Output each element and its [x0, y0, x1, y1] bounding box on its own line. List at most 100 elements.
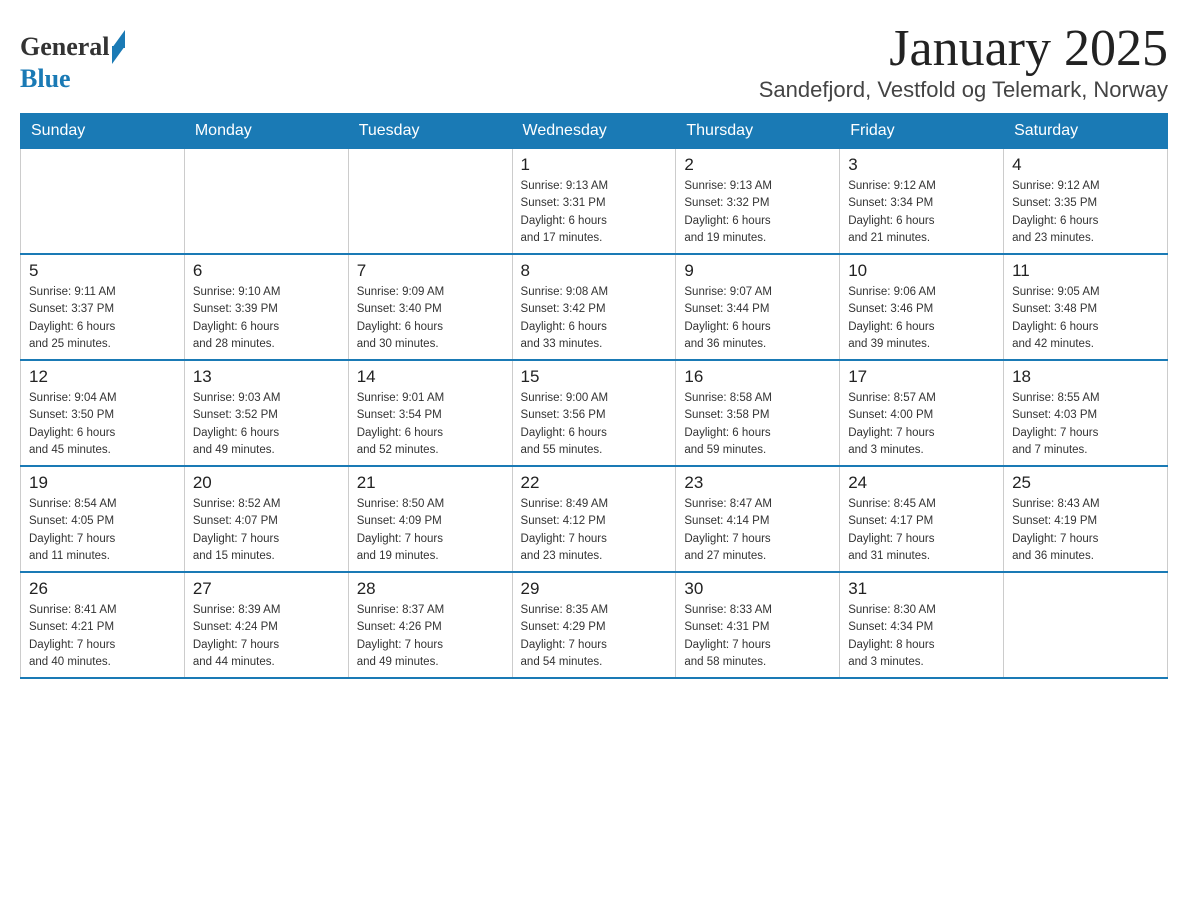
- calendar-cell: 30 Sunrise: 8:33 AM Sunset: 4:31 PM Dayli…: [676, 572, 840, 678]
- calendar-cell: 22 Sunrise: 8:49 AM Sunset: 4:12 PM Dayli…: [512, 466, 676, 572]
- header-tuesday: Tuesday: [348, 114, 512, 149]
- calendar-cell: 19 Sunrise: 8:54 AM Sunset: 4:05 PM Dayli…: [21, 466, 185, 572]
- day-info: Sunrise: 8:41 AM Sunset: 4:21 PM Dayligh…: [29, 602, 176, 671]
- day-info: Sunrise: 9:12 AM Sunset: 3:35 PM Dayligh…: [1012, 178, 1159, 247]
- calendar-cell: 27 Sunrise: 8:39 AM Sunset: 4:24 PM Dayli…: [184, 572, 348, 678]
- day-info: Sunrise: 9:07 AM Sunset: 3:44 PM Dayligh…: [684, 284, 831, 353]
- header-monday: Monday: [184, 114, 348, 149]
- day-info: Sunrise: 9:03 AM Sunset: 3:52 PM Dayligh…: [193, 390, 340, 459]
- day-info: Sunrise: 9:06 AM Sunset: 3:46 PM Dayligh…: [848, 284, 995, 353]
- calendar-cell: 15 Sunrise: 9:00 AM Sunset: 3:56 PM Dayli…: [512, 360, 676, 466]
- day-number: 22: [521, 473, 668, 493]
- day-number: 11: [1012, 261, 1159, 281]
- day-info: Sunrise: 8:49 AM Sunset: 4:12 PM Dayligh…: [521, 496, 668, 565]
- day-info: Sunrise: 9:01 AM Sunset: 3:54 PM Dayligh…: [357, 390, 504, 459]
- day-number: 15: [521, 367, 668, 387]
- day-info: Sunrise: 8:35 AM Sunset: 4:29 PM Dayligh…: [521, 602, 668, 671]
- day-number: 21: [357, 473, 504, 493]
- calendar-cell: 13 Sunrise: 9:03 AM Sunset: 3:52 PM Dayli…: [184, 360, 348, 466]
- day-info: Sunrise: 8:52 AM Sunset: 4:07 PM Dayligh…: [193, 496, 340, 565]
- calendar-cell: [1004, 572, 1168, 678]
- calendar-cell: 31 Sunrise: 8:30 AM Sunset: 4:34 PM Dayli…: [840, 572, 1004, 678]
- header-saturday: Saturday: [1004, 114, 1168, 149]
- calendar-cell: 6Sunrise: 9:10 AM Sunset: 3:39 PM Daylig…: [184, 254, 348, 360]
- day-number: 14: [357, 367, 504, 387]
- calendar-cell: 11Sunrise: 9:05 AM Sunset: 3:48 PM Dayli…: [1004, 254, 1168, 360]
- calendar-cell: 2 Sunrise: 9:13 AM Sunset: 3:32 PM Daylig…: [676, 149, 840, 255]
- calendar-cell: 10 Sunrise: 9:06 AM Sunset: 3:46 PM Dayli…: [840, 254, 1004, 360]
- title-section: January 2025 Sandefjord, Vestfold og Tel…: [759, 20, 1168, 103]
- calendar-cell: 17 Sunrise: 8:57 AM Sunset: 4:00 PM Dayli…: [840, 360, 1004, 466]
- day-number: 2: [684, 155, 831, 175]
- day-info: Sunrise: 8:58 AM Sunset: 3:58 PM Dayligh…: [684, 390, 831, 459]
- day-info: Sunrise: 8:50 AM Sunset: 4:09 PM Dayligh…: [357, 496, 504, 565]
- day-info: Sunrise: 9:09 AM Sunset: 3:40 PM Dayligh…: [357, 284, 504, 353]
- day-number: 17: [848, 367, 995, 387]
- calendar-header-row: Sunday Monday Tuesday Wednesday Thursday…: [21, 114, 1168, 149]
- day-info: Sunrise: 9:08 AM Sunset: 3:42 PM Dayligh…: [521, 284, 668, 353]
- logo-general-text: General: [20, 32, 110, 62]
- day-number: 1: [521, 155, 668, 175]
- calendar-cell: 5 Sunrise: 9:11 AM Sunset: 3:37 PM Daylig…: [21, 254, 185, 360]
- day-info: Sunrise: 8:43 AM Sunset: 4:19 PM Dayligh…: [1012, 496, 1159, 565]
- day-number: 12: [29, 367, 176, 387]
- calendar-cell: 20 Sunrise: 8:52 AM Sunset: 4:07 PM Dayli…: [184, 466, 348, 572]
- location-title: Sandefjord, Vestfold og Telemark, Norway: [759, 77, 1168, 103]
- calendar-week-row: 5 Sunrise: 9:11 AM Sunset: 3:37 PM Daylig…: [21, 254, 1168, 360]
- day-info: Sunrise: 8:45 AM Sunset: 4:17 PM Dayligh…: [848, 496, 995, 565]
- day-number: 13: [193, 367, 340, 387]
- day-number: 4: [1012, 155, 1159, 175]
- day-number: 16: [684, 367, 831, 387]
- calendar-cell: 26 Sunrise: 8:41 AM Sunset: 4:21 PM Dayli…: [21, 572, 185, 678]
- calendar-cell: 1 Sunrise: 9:13 AM Sunset: 3:31 PM Daylig…: [512, 149, 676, 255]
- day-number: 10: [848, 261, 995, 281]
- day-number: 19: [29, 473, 176, 493]
- calendar-cell: [184, 149, 348, 255]
- day-info: Sunrise: 8:54 AM Sunset: 4:05 PM Dayligh…: [29, 496, 176, 565]
- day-number: 3: [848, 155, 995, 175]
- calendar-week-row: 19 Sunrise: 8:54 AM Sunset: 4:05 PM Dayli…: [21, 466, 1168, 572]
- month-title: January 2025: [759, 20, 1168, 77]
- calendar-cell: [348, 149, 512, 255]
- day-info: Sunrise: 8:55 AM Sunset: 4:03 PM Dayligh…: [1012, 390, 1159, 459]
- day-number: 31: [848, 579, 995, 599]
- day-info: Sunrise: 8:30 AM Sunset: 4:34 PM Dayligh…: [848, 602, 995, 671]
- day-info: Sunrise: 9:13 AM Sunset: 3:32 PM Dayligh…: [684, 178, 831, 247]
- day-number: 28: [357, 579, 504, 599]
- day-info: Sunrise: 8:33 AM Sunset: 4:31 PM Dayligh…: [684, 602, 831, 671]
- header-thursday: Thursday: [676, 114, 840, 149]
- day-number: 23: [684, 473, 831, 493]
- calendar-week-row: 12 Sunrise: 9:04 AM Sunset: 3:50 PM Dayli…: [21, 360, 1168, 466]
- day-number: 6: [193, 261, 340, 281]
- day-info: Sunrise: 8:47 AM Sunset: 4:14 PM Dayligh…: [684, 496, 831, 565]
- calendar-cell: 16 Sunrise: 8:58 AM Sunset: 3:58 PM Dayli…: [676, 360, 840, 466]
- day-info: Sunrise: 8:39 AM Sunset: 4:24 PM Dayligh…: [193, 602, 340, 671]
- calendar-cell: 29Sunrise: 8:35 AM Sunset: 4:29 PM Dayli…: [512, 572, 676, 678]
- header-wednesday: Wednesday: [512, 114, 676, 149]
- day-number: 5: [29, 261, 176, 281]
- day-number: 20: [193, 473, 340, 493]
- calendar-table: Sunday Monday Tuesday Wednesday Thursday…: [20, 113, 1168, 679]
- day-number: 8: [521, 261, 668, 281]
- calendar-week-row: 26 Sunrise: 8:41 AM Sunset: 4:21 PM Dayli…: [21, 572, 1168, 678]
- day-info: Sunrise: 8:37 AM Sunset: 4:26 PM Dayligh…: [357, 602, 504, 671]
- calendar-cell: 12 Sunrise: 9:04 AM Sunset: 3:50 PM Dayli…: [21, 360, 185, 466]
- calendar-cell: 7Sunrise: 9:09 AM Sunset: 3:40 PM Daylig…: [348, 254, 512, 360]
- page-header: General Blue January 2025 Sandefjord, Ve…: [20, 20, 1168, 103]
- day-number: 24: [848, 473, 995, 493]
- calendar-cell: 24 Sunrise: 8:45 AM Sunset: 4:17 PM Dayli…: [840, 466, 1004, 572]
- calendar-cell: 28 Sunrise: 8:37 AM Sunset: 4:26 PM Dayli…: [348, 572, 512, 678]
- day-number: 30: [684, 579, 831, 599]
- calendar-cell: 23 Sunrise: 8:47 AM Sunset: 4:14 PM Dayli…: [676, 466, 840, 572]
- day-info: Sunrise: 9:13 AM Sunset: 3:31 PM Dayligh…: [521, 178, 668, 247]
- calendar-cell: 18Sunrise: 8:55 AM Sunset: 4:03 PM Dayli…: [1004, 360, 1168, 466]
- day-info: Sunrise: 9:00 AM Sunset: 3:56 PM Dayligh…: [521, 390, 668, 459]
- day-info: Sunrise: 9:04 AM Sunset: 3:50 PM Dayligh…: [29, 390, 176, 459]
- calendar-cell: 8 Sunrise: 9:08 AM Sunset: 3:42 PM Daylig…: [512, 254, 676, 360]
- logo-blue-text: Blue: [20, 64, 71, 93]
- day-number: 26: [29, 579, 176, 599]
- calendar-cell: 21 Sunrise: 8:50 AM Sunset: 4:09 PM Dayli…: [348, 466, 512, 572]
- day-number: 27: [193, 579, 340, 599]
- day-info: Sunrise: 9:11 AM Sunset: 3:37 PM Dayligh…: [29, 284, 176, 353]
- day-info: Sunrise: 8:57 AM Sunset: 4:00 PM Dayligh…: [848, 390, 995, 459]
